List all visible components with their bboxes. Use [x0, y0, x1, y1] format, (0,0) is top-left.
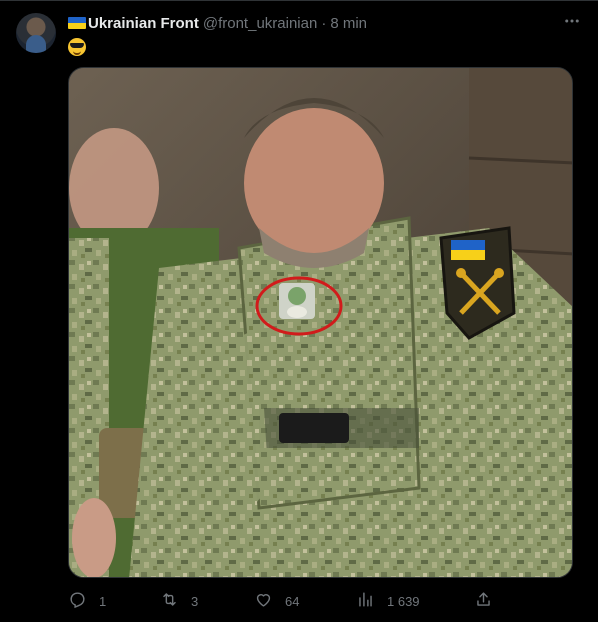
retweet-button[interactable]: 3 [160, 590, 198, 612]
tweet-photo[interactable] [68, 67, 573, 578]
separator-dot: · [321, 14, 327, 32]
reply-button[interactable]: 1 [68, 590, 106, 612]
reply-count: 1 [99, 593, 107, 609]
avatar[interactable] [16, 13, 56, 53]
more-options-button[interactable] [562, 13, 582, 33]
tweet-actions: 1 3 64 1 639 [68, 590, 498, 612]
reply-icon [68, 590, 87, 612]
tweet[interactable]: Ukrainian Front @front_ukrainian · 8 min [0, 0, 598, 622]
heart-icon [254, 590, 273, 612]
tweet-header: Ukrainian Front @front_ukrainian · 8 min [68, 13, 582, 33]
smiling-face-with-sunglasses-emoji [68, 37, 86, 56]
retweet-icon [160, 590, 179, 612]
bar-chart-icon [356, 590, 375, 612]
like-button[interactable]: 64 [254, 590, 299, 612]
view-count: 1 639 [387, 593, 420, 609]
tweet-text [68, 36, 86, 56]
author-handle[interactable]: @front_ukrainian [203, 15, 317, 32]
like-count: 64 [285, 593, 300, 609]
ukraine-flag-icon [68, 17, 86, 29]
share-button[interactable] [474, 590, 493, 612]
timestamp[interactable]: 8 min [330, 15, 367, 32]
views-button[interactable]: 1 639 [356, 590, 420, 612]
more-horizontal-icon [563, 12, 581, 35]
share-icon [474, 590, 493, 612]
photo-illustration [69, 68, 572, 577]
retweet-count: 3 [191, 593, 199, 609]
author-display-name[interactable]: Ukrainian Front [88, 15, 199, 32]
